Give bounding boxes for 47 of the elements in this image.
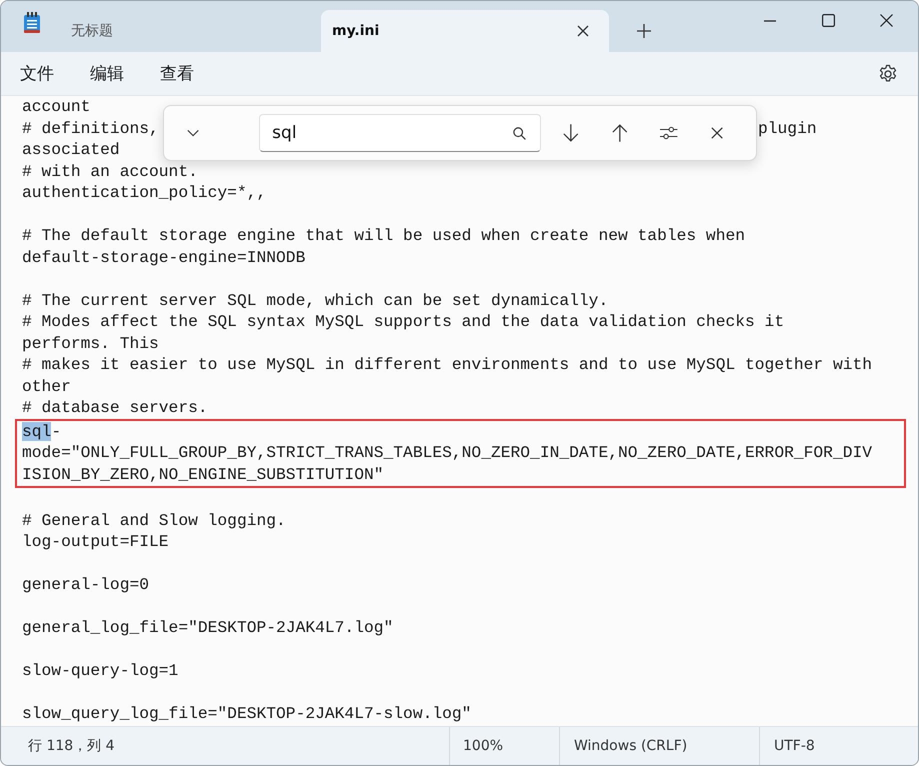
code-line: log-output=FILE [22,532,169,551]
menu-item[interactable]: 文件 [20,62,54,85]
zoom-level: 100% [449,727,559,765]
text-editor[interactable] [1,95,918,726]
close-icon[interactable] [577,25,589,37]
arrow-down-icon[interactable] [563,123,579,143]
code-line: mode="ONLY_FULL_GROUP_BY,STRICT_TRANS_TABLES,NO_ZERO_IN_DATE,NO_ZERO_DATE,ERROR_FOR_DIV [22,443,872,462]
code-line: slow-query-log=1 [22,661,178,680]
close-icon[interactable] [880,14,893,27]
tab[interactable]: 无标题 [41,10,191,52]
settings-icon[interactable] [878,64,898,84]
line-ending: Windows (CRLF) [559,727,759,765]
code-line: general_log_file="DESKTOP-2JAK4L7.log" [22,618,394,637]
code-line: performs. This [22,334,159,352]
code-line: # with an account. [22,162,198,180]
code-line: # General and Slow logging. [22,510,286,530]
code-line: plugin [758,118,817,139]
minimize-icon[interactable] [764,20,776,22]
menu-item[interactable]: 查看 [160,62,194,85]
encoding: UTF-8 [759,727,815,765]
code-line: slow_query_log_file="DESKTOP-2JAK4L7-slow.log" [22,704,472,723]
code-line: authentication_policy=*,, [22,183,266,202]
code-line: # The default storage engine that will be used when create new tables when [22,226,746,245]
arrow-up-icon[interactable] [612,123,628,143]
code-line: default-storage-engine=INNODB [22,248,306,266]
tab[interactable]: my.ini [321,10,609,52]
code-line: ISION_BY_ZERO,NO_ENGINE_SUBSTITUTION" [22,464,384,484]
menu-item[interactable]: 编辑 [90,62,124,85]
filter-options-icon[interactable] [660,125,678,141]
code-line: # Modes affect the SQL syntax MySQL supports and the data validation checks it [22,312,784,331]
code-line: # database servers. [22,398,208,417]
code-line: account [22,97,90,116]
plus-icon[interactable] [637,24,651,38]
cursor-position: 行 118，列 4 [27,737,116,756]
code-line: # definitions, [22,118,159,138]
chevron-down-icon[interactable] [187,129,200,137]
maximize-icon[interactable] [822,14,835,27]
code-line: associated [22,140,120,159]
code-line: general-log=0 [22,575,150,594]
search-field[interactable]: sql [259,114,542,152]
notepad-icon [23,12,41,34]
code-line: # makes it easier to use MySQL in different environments and to use MySQL together with [22,355,872,374]
code-line: other [22,376,71,396]
close-icon[interactable] [710,126,723,140]
code-line: # The current server SQL mode, which can be set dynamically. [22,290,608,310]
search-icon[interactable] [513,126,526,140]
code-line: sql- [22,422,62,440]
